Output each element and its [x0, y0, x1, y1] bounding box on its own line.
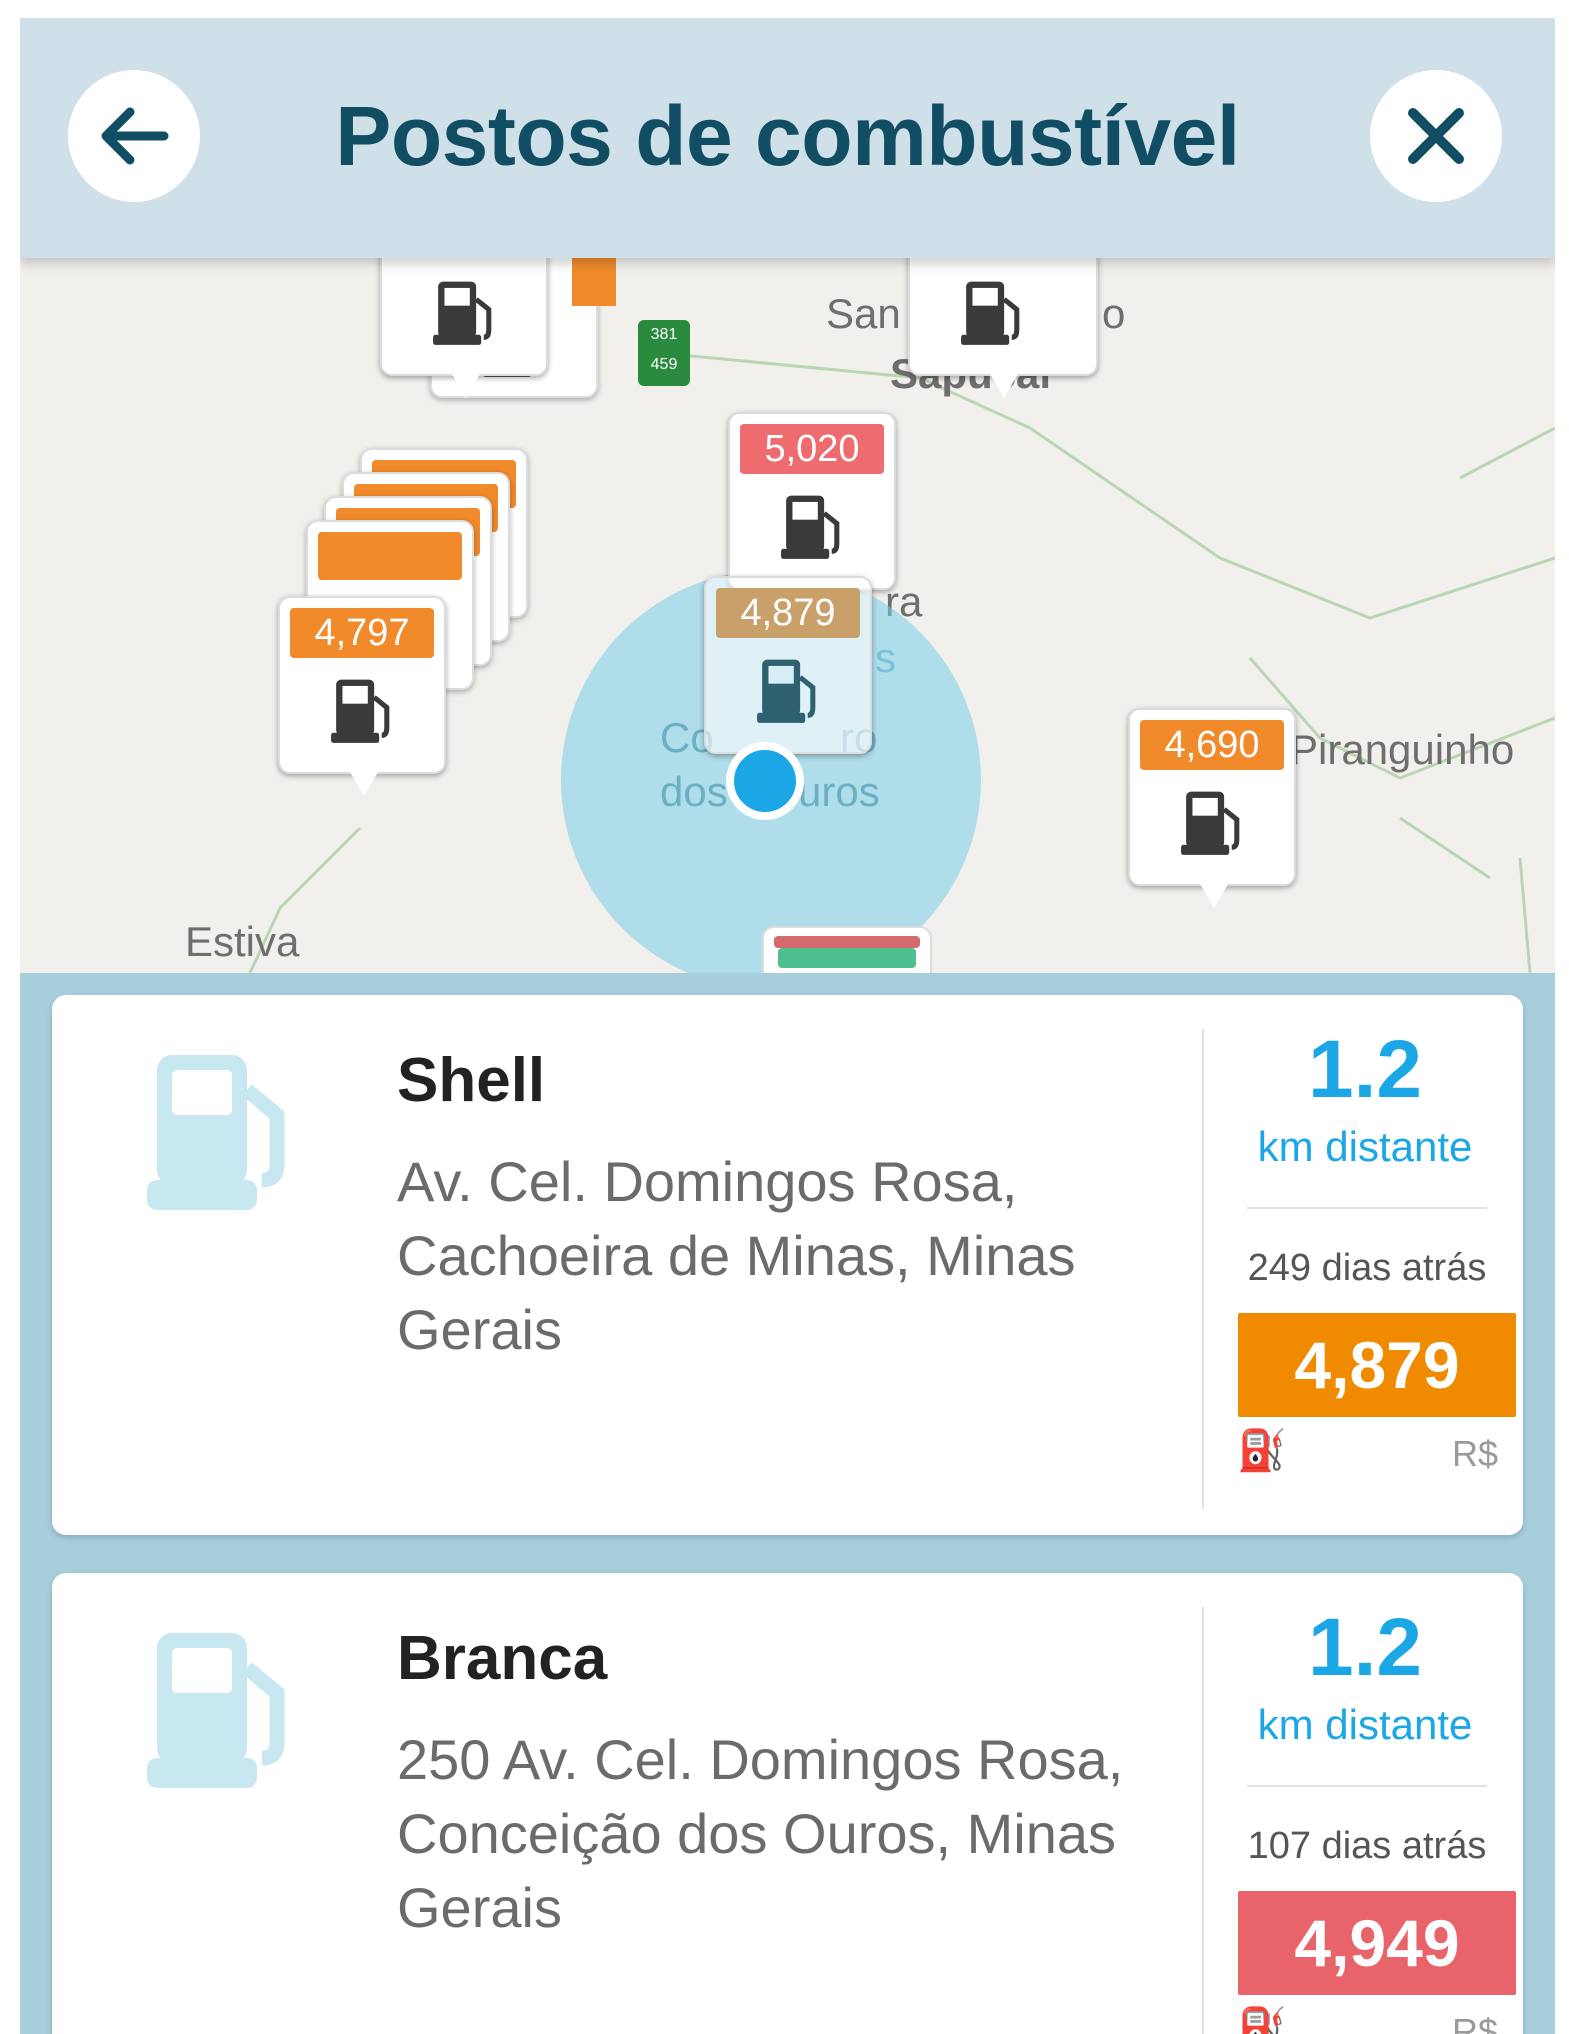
map-place-label: o: [1102, 290, 1126, 337]
marker-price-band: [778, 948, 916, 968]
station-marker[interactable]: [908, 258, 1098, 398]
fuel-pump-icon: [781, 495, 840, 559]
arrow-left-icon: [101, 107, 169, 165]
fuel-pump-icon: [961, 281, 1020, 345]
station-name: Branca: [397, 1624, 608, 1693]
page-title: Postos de combustível: [335, 89, 1240, 183]
station-card[interactable]: Shell Av. Cel. Domingos Rosa, Cachoeira …: [52, 995, 1523, 1535]
distance-value: 1.2: [1308, 1024, 1422, 1115]
fuel-price: 4,879: [1238, 1313, 1516, 1417]
fuel-pump-icon: [331, 679, 390, 743]
distance-unit: km distante: [1257, 1123, 1473, 1170]
divider: [1247, 1207, 1487, 1209]
marker-price-band: [774, 936, 920, 948]
station-name: Shell: [397, 1046, 546, 1115]
last-updated: 107 dias atrás: [1247, 1825, 1487, 1867]
station-card[interactable]: Branca 250 Av. Cel. Domingos Rosa, Conce…: [52, 1573, 1523, 2034]
currency-label: R$: [1452, 2011, 1499, 2034]
station-marker[interactable]: 4,690: [1128, 708, 1296, 908]
station-address: Av. Cel. Domingos Rosa, Cachoeira de Min…: [397, 1150, 1076, 1361]
fuel-pump-icon: [1181, 791, 1240, 855]
marker-pointer: [990, 374, 1018, 398]
station-list: Shell Av. Cel. Domingos Rosa, Cachoeira …: [20, 973, 1555, 2034]
marker-price: 4,797: [290, 608, 434, 658]
marker-price-band: [318, 532, 462, 580]
map-place-label: San: [826, 290, 901, 337]
map-place-label: Estiva: [185, 918, 300, 965]
fuel-pump-icon: [147, 1055, 285, 1210]
current-location-dot: [726, 742, 804, 820]
highway-number: 381: [650, 326, 678, 343]
station-marker[interactable]: [380, 258, 548, 398]
fuel-pump-icon: [147, 1633, 285, 1788]
back-button[interactable]: [68, 70, 200, 202]
map-view[interactable]: 381 459 San o Sapucaí ra s Co ro dos uro…: [20, 258, 1555, 973]
station-marker[interactable]: 5,020: [728, 412, 896, 590]
highway-number: 459: [650, 356, 678, 373]
close-icon: [1408, 108, 1464, 164]
currency-label: R$: [1452, 1433, 1499, 1474]
distance-value: 1.2: [1308, 1602, 1422, 1693]
fuel-pump-icon: [757, 659, 816, 723]
header-bar: Postos de combustível: [20, 18, 1555, 258]
marker-price: 4,879: [716, 588, 860, 638]
highway-shield: 381 459: [638, 320, 690, 386]
close-button[interactable]: [1370, 70, 1502, 202]
marker-price: 5,020: [740, 424, 884, 474]
station-marker[interactable]: [762, 926, 932, 973]
fuel-pump-icon: [433, 281, 492, 345]
last-updated: 249 dias atrás: [1247, 1247, 1487, 1289]
app-screen: Postos de combustível 381 459 San o Sapu…: [20, 18, 1555, 2034]
divider: [1202, 1607, 1204, 2034]
station-marker-selected[interactable]: 4,879: [704, 576, 872, 754]
marker-price: 4,690: [1140, 720, 1284, 770]
fuel-price: 4,949: [1238, 1891, 1516, 1995]
fuel-type-icon: ⛽: [1237, 1429, 1287, 1473]
marker-pointer: [350, 772, 378, 796]
station-address: 250 Av. Cel. Domingos Rosa, Conceição do…: [397, 1728, 1124, 1939]
fuel-type-icon: ⛽: [1237, 2007, 1287, 2034]
marker-pointer: [1200, 884, 1228, 908]
divider: [1247, 1785, 1487, 1787]
distance-unit: km distante: [1257, 1701, 1473, 1748]
marker-pointer: [452, 374, 480, 398]
marker-price-band: [572, 258, 616, 306]
station-marker[interactable]: 4,797: [278, 596, 446, 796]
map-place-label: Piranguinho: [1290, 726, 1515, 773]
